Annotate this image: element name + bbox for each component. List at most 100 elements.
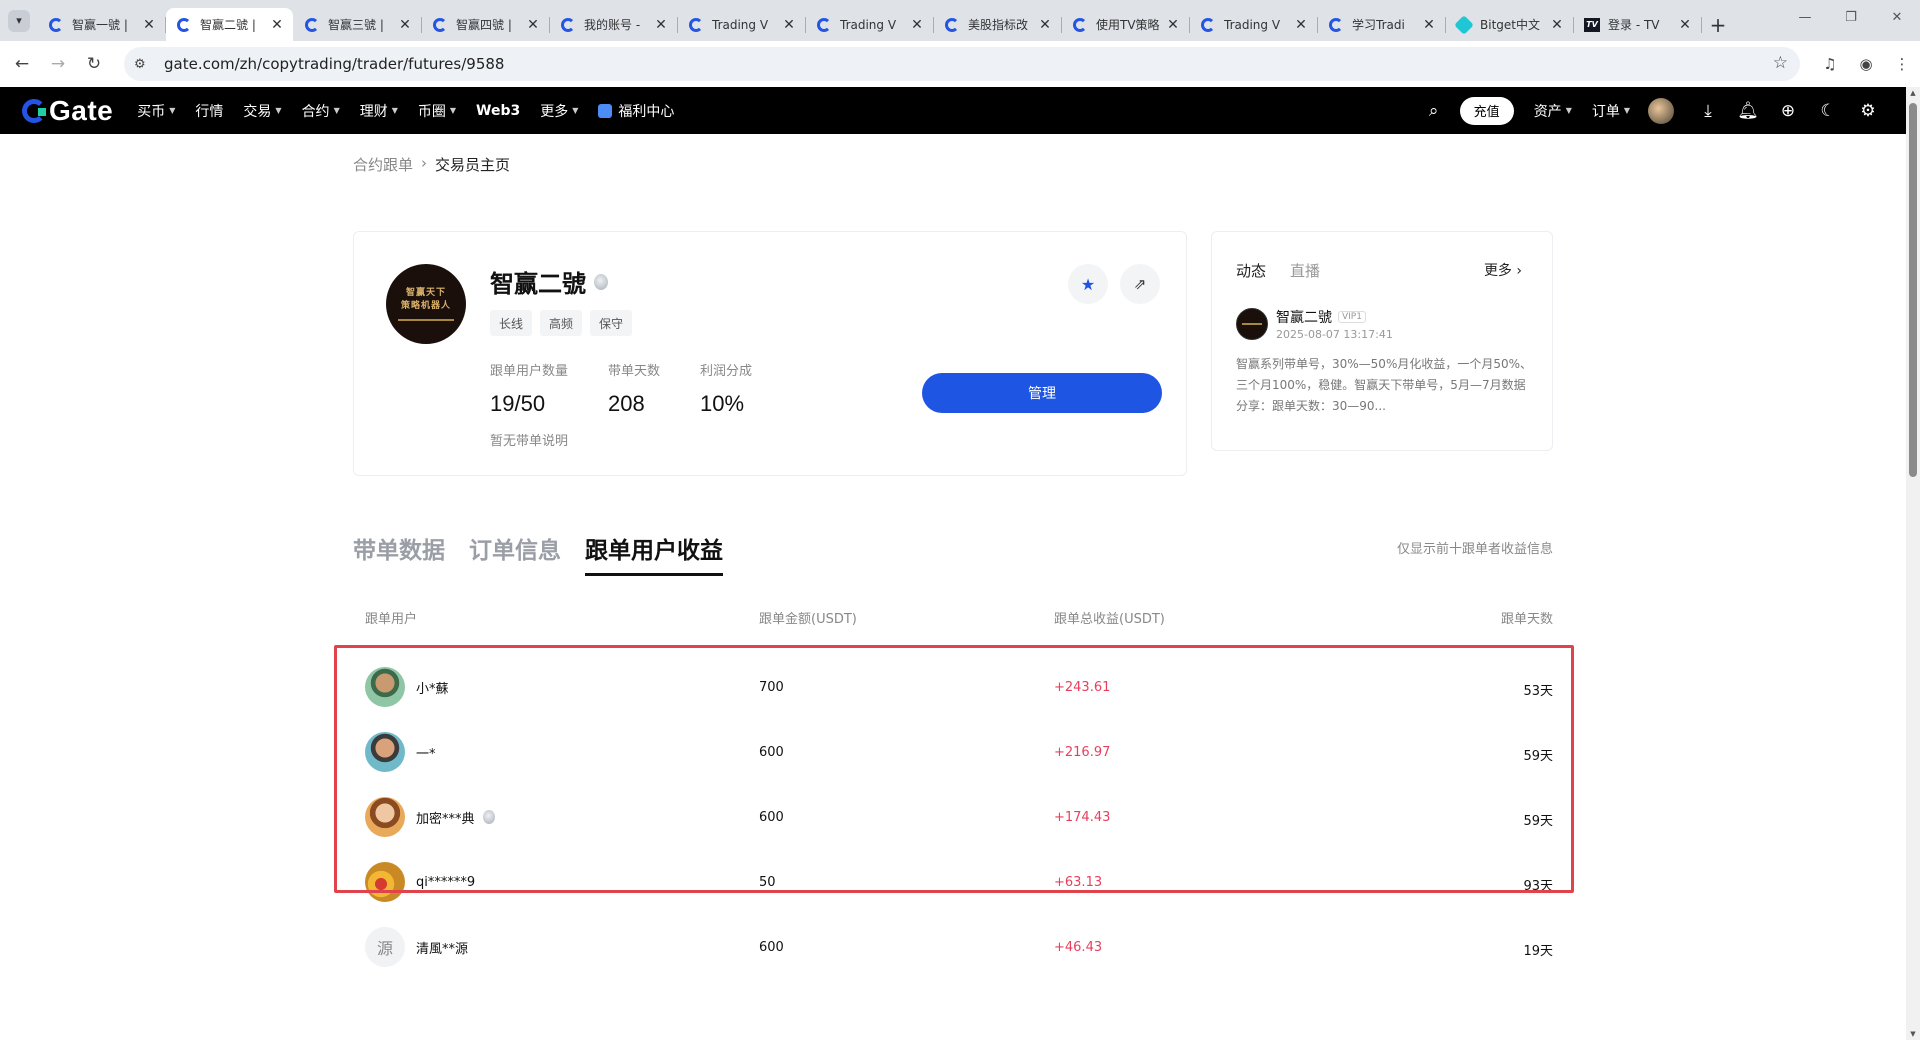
nav-item-futures[interactable]: 合约 ▼ xyxy=(302,101,340,121)
restore-icon[interactable]: ❐ xyxy=(1828,0,1874,34)
browser-tab[interactable]: 我的账号 - ✕ xyxy=(550,8,678,41)
close-icon[interactable]: ✕ xyxy=(1037,17,1053,33)
new-tab-button[interactable]: + xyxy=(1702,8,1734,41)
tab-title: 智赢三號 | xyxy=(328,18,384,32)
nav-label: 福利中心 xyxy=(618,103,675,120)
bell-icon[interactable]: 🔔︎ xyxy=(1728,101,1768,121)
post-content[interactable]: 智赢系列带单号，30%—50%月化收益，一个月50%、三个月100%，稳健。智赢… xyxy=(1236,354,1536,417)
browser-tab[interactable]: TV 登录 - TV ✕ xyxy=(1574,8,1702,41)
stat-value: 19/50 xyxy=(490,391,546,416)
tab-title: Trading V xyxy=(712,17,769,32)
nav-item-coin-circle[interactable]: 币圈 ▼ xyxy=(418,101,456,121)
close-icon[interactable]: ✕ xyxy=(397,17,413,33)
share-button[interactable]: ⇗ xyxy=(1120,264,1160,304)
caret-down-icon: ▼ xyxy=(275,106,282,115)
site-info-icon[interactable]: ⚙ xyxy=(134,57,158,72)
tab-follower-earnings[interactable]: 跟单用户收益 xyxy=(585,531,723,576)
gear-icon[interactable]: ⚙ xyxy=(1848,101,1888,121)
page-scrollbar[interactable]: ▲ ▼ xyxy=(1906,87,1920,1040)
close-icon[interactable]: ✕ xyxy=(1293,17,1309,33)
close-icon[interactable]: ✕ xyxy=(525,17,541,33)
user-avatar[interactable] xyxy=(1648,97,1674,124)
close-icon[interactable]: ✕ xyxy=(653,17,669,33)
nav-item-web3[interactable]: Web3 xyxy=(476,103,520,119)
media-control-icon[interactable]: ♫ xyxy=(1812,46,1848,82)
chevron-right-icon: › xyxy=(421,154,428,172)
scroll-up-icon[interactable]: ▲ xyxy=(1906,89,1920,97)
close-icon[interactable]: ✕ xyxy=(269,17,285,33)
close-window-icon[interactable]: ✕ xyxy=(1874,0,1920,34)
close-icon[interactable]: ✕ xyxy=(1165,17,1181,33)
tab-lead-data[interactable]: 带单数据 xyxy=(353,531,445,576)
close-icon[interactable]: ✕ xyxy=(1421,17,1437,33)
forward-arrow-icon[interactable]: → xyxy=(40,46,76,82)
browser-tab[interactable]: Trading V ✕ xyxy=(678,8,806,41)
back-arrow-icon[interactable]: ← xyxy=(4,46,40,82)
browser-tab[interactable]: 学习Tradi ✕ xyxy=(1318,8,1446,41)
post-author-name: 智赢二號 xyxy=(1276,310,1332,326)
browser-tab[interactable]: Bitget中文 ✕ xyxy=(1446,8,1574,41)
tab-search-button[interactable]: ▾ xyxy=(0,0,38,41)
browser-tab[interactable]: 智赢三號 | ✕ xyxy=(294,8,422,41)
avatar: 源 xyxy=(365,927,405,967)
bookmark-star-icon[interactable]: ☆ xyxy=(1773,53,1788,73)
scrollbar-thumb[interactable] xyxy=(1909,103,1917,477)
browser-tab[interactable]: 智赢四號 | ✕ xyxy=(422,8,550,41)
moon-icon[interactable]: ☾ xyxy=(1808,101,1848,121)
nav-item-orders[interactable]: 订单 ▼ xyxy=(1592,101,1630,121)
address-bar[interactable]: ⚙ gate.com/zh/copytrading/trader/futures… xyxy=(124,47,1800,81)
minimize-icon[interactable]: — xyxy=(1782,0,1828,34)
browser-tab[interactable]: 智赢一號 | ✕ xyxy=(38,8,166,41)
close-icon[interactable]: ✕ xyxy=(1549,17,1565,33)
caret-down-icon: ▼ xyxy=(333,106,340,115)
nav-item-trade[interactable]: 交易 ▼ xyxy=(243,101,281,121)
tab-title: Trading V xyxy=(1224,17,1281,32)
feed-more-link[interactable]: 更多 › xyxy=(1484,260,1522,280)
close-icon[interactable]: ✕ xyxy=(781,17,797,33)
scroll-down-icon[interactable]: ▼ xyxy=(1906,1030,1920,1038)
nav-item-welfare-center[interactable]: 福利中心 xyxy=(598,101,674,121)
close-icon[interactable]: ✕ xyxy=(909,17,925,33)
nav-label: 资产 xyxy=(1533,103,1562,120)
globe-icon[interactable]: ⊕ xyxy=(1768,101,1808,121)
gate-favicon-icon xyxy=(176,17,192,33)
browser-tab[interactable]: Trading V ✕ xyxy=(1190,8,1318,41)
search-icon[interactable]: ⌕ xyxy=(1414,101,1454,121)
favorite-button[interactable]: ★ xyxy=(1068,264,1108,304)
tab-live[interactable]: 直播 xyxy=(1290,260,1320,281)
table-row: 源清風**源 600 +46.43 19天 xyxy=(353,923,1553,967)
nav-item-buy-crypto[interactable]: 买币 ▼ xyxy=(137,101,175,121)
deposit-button[interactable]: 充值 xyxy=(1459,96,1514,125)
tab-activity[interactable]: 动态 xyxy=(1236,260,1266,281)
reload-icon[interactable]: ↻ xyxy=(76,46,112,82)
caret-down-icon: ▼ xyxy=(1565,106,1572,115)
close-icon[interactable]: ✕ xyxy=(141,17,157,33)
nav-item-markets[interactable]: 行情 xyxy=(195,101,223,121)
browser-tab-active[interactable]: 智赢二號 | ✕ xyxy=(166,8,293,41)
nav-label: 币圈 xyxy=(417,103,446,120)
user-name: 清風**源 xyxy=(416,941,469,957)
profile-icon[interactable]: ◉ xyxy=(1848,46,1884,82)
browser-tab[interactable]: 美股指标改 ✕ xyxy=(934,8,1062,41)
medal-icon xyxy=(594,274,608,290)
breadcrumb-parent-link[interactable]: 合约跟单 xyxy=(353,154,413,175)
close-icon[interactable]: ✕ xyxy=(1677,17,1693,33)
gate-favicon-icon xyxy=(432,17,448,33)
tab-title: 我的账号 - xyxy=(584,18,641,32)
nav-item-assets[interactable]: 资产 ▼ xyxy=(1534,101,1572,121)
browser-tab[interactable]: Trading V ✕ xyxy=(806,8,934,41)
gate-logo[interactable]: Gate xyxy=(22,95,113,127)
tag: 高频 xyxy=(540,310,583,336)
nav-item-more[interactable]: 更多 ▼ xyxy=(540,101,578,121)
trader-name-text: 智赢二號 xyxy=(490,270,586,298)
kebab-menu-icon[interactable]: ⋮ xyxy=(1884,46,1920,82)
manage-button[interactable]: 管理 xyxy=(922,373,1162,413)
browser-tab[interactable]: 使用TV策略 ✕ xyxy=(1062,8,1190,41)
breadcrumb: 合约跟单 › 交易员主页 xyxy=(353,154,510,175)
stat-label: 带单天数 xyxy=(608,364,661,379)
tab-order-info[interactable]: 订单信息 xyxy=(469,531,561,576)
nav-item-earn[interactable]: 理财 ▼ xyxy=(360,101,398,121)
window-controls: — ❐ ✕ xyxy=(1782,0,1920,34)
download-icon[interactable]: ⤓ xyxy=(1688,101,1728,121)
header-user: 跟单用户 xyxy=(365,612,418,627)
